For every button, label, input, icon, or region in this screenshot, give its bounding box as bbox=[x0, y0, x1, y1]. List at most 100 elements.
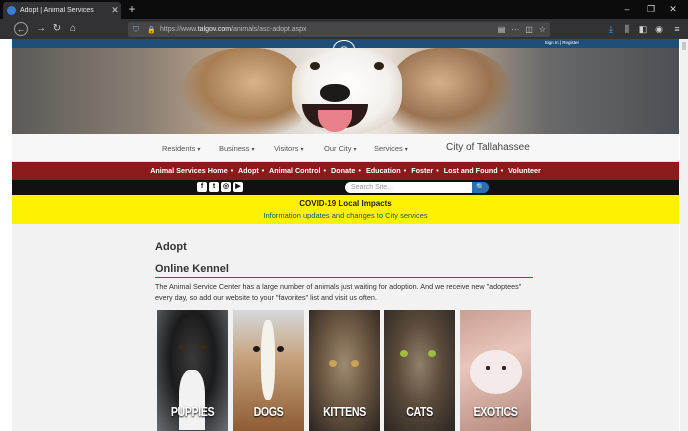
extension-icon[interactable]: ◉ bbox=[652, 22, 666, 36]
back-button[interactable]: ← bbox=[14, 22, 28, 36]
page-actions-icon[interactable]: ··· bbox=[511, 25, 519, 34]
bookmark-star-icon[interactable]: ☆ bbox=[539, 25, 546, 34]
hero-fur-right bbox=[392, 48, 512, 134]
adopt-card-puppies[interactable]: PUPPIES bbox=[157, 310, 228, 431]
nav-education[interactable]: Education bbox=[366, 166, 401, 175]
browser-tab[interactable]: Adopt | Animal Services ✕ bbox=[3, 2, 121, 19]
nav-animal-services-home[interactable]: Animal Services Home bbox=[150, 166, 228, 175]
signin-link[interactable]: Sign In | Register bbox=[545, 40, 579, 45]
card-label-cats: CATS bbox=[406, 404, 433, 419]
rat-eye-right bbox=[502, 366, 506, 370]
chevron-down-icon: ▾ bbox=[251, 147, 255, 153]
menu-business[interactable]: Business ▾ bbox=[219, 144, 254, 153]
adopt-card-kittens[interactable]: KITTENS bbox=[309, 310, 380, 431]
menu-hamburger-icon[interactable]: ≡ bbox=[670, 22, 684, 36]
covid-info-link[interactable]: Information updates and changes to City … bbox=[12, 211, 679, 220]
chevron-down-icon: ▾ bbox=[197, 147, 201, 153]
main-menu-bar: Residents ▾ Business ▾ Visitors ▾ Our City ▾… bbox=[12, 134, 679, 162]
site-search-input[interactable]: Search Site... bbox=[345, 182, 472, 193]
menu-residents-label: Residents bbox=[162, 144, 196, 153]
page-scrollbar[interactable] bbox=[680, 39, 688, 431]
menu-services[interactable]: Services ▾ bbox=[374, 144, 408, 153]
nav-separator: • bbox=[323, 166, 327, 175]
twitter-icon[interactable]: t bbox=[209, 182, 219, 192]
page-title: Adopt bbox=[155, 241, 187, 253]
reload-icon: ↻ bbox=[52, 23, 62, 34]
dog-eye-left bbox=[253, 346, 260, 352]
card-label-puppies: PUPPIES bbox=[170, 404, 215, 419]
scrollbar-thumb[interactable] bbox=[682, 42, 686, 50]
nav-lost-and-found[interactable]: Lost and Found bbox=[444, 166, 498, 175]
social-search-bar: f t ◎ ▶ Search Site... 🔍 bbox=[12, 180, 679, 195]
nav-separator: • bbox=[403, 166, 407, 175]
puppy-eye-right bbox=[199, 344, 206, 350]
adopt-card-exotics[interactable]: EXOTICS bbox=[460, 310, 531, 431]
menu-services-label: Services bbox=[374, 144, 403, 153]
section-title: Online Kennel bbox=[155, 263, 229, 275]
tracking-shield-icon[interactable]: ⛉ bbox=[133, 25, 142, 34]
city-title[interactable]: City of Tallahassee bbox=[446, 142, 530, 153]
intro-text: The Animal Service Center has a large nu… bbox=[155, 282, 522, 302]
dog-blaze bbox=[261, 320, 275, 400]
minimize-window-button[interactable]: – bbox=[618, 2, 636, 17]
covid-banner: COVID-19 Local Impacts Information updat… bbox=[12, 195, 679, 224]
menu-visitors-label: Visitors bbox=[274, 144, 299, 153]
adopt-card-dogs[interactable]: DOGS bbox=[233, 310, 304, 431]
restore-window-button[interactable]: ❐ bbox=[642, 2, 660, 17]
nav-separator: • bbox=[436, 166, 439, 175]
reload-button[interactable]: ↻ bbox=[50, 22, 64, 36]
menu-visitors[interactable]: Visitors ▾ bbox=[274, 144, 303, 153]
site-favicon-icon bbox=[7, 6, 16, 15]
close-tab-icon[interactable]: ✕ bbox=[109, 5, 121, 16]
new-tab-button[interactable]: + bbox=[125, 2, 139, 17]
url-text[interactable]: https://www.talgov.com/animals/asc-adopt… bbox=[160, 26, 307, 33]
nav-adopt[interactable]: Adopt bbox=[238, 166, 259, 175]
section-divider bbox=[155, 277, 533, 278]
puppy-eye-left bbox=[179, 344, 186, 350]
url-path: /animals/asc-adopt.aspx bbox=[231, 26, 307, 33]
youtube-icon[interactable]: ▶ bbox=[233, 182, 243, 192]
menu-business-label: Business bbox=[219, 144, 250, 153]
sidebar-icon[interactable]: ◧ bbox=[636, 22, 650, 36]
nav-foster[interactable]: Foster bbox=[411, 166, 433, 175]
lock-icon[interactable]: 🔒 bbox=[147, 26, 156, 34]
rat-body bbox=[470, 350, 522, 394]
home-button[interactable]: ⌂ bbox=[66, 22, 80, 36]
library-icon[interactable]: ⫼ bbox=[620, 22, 634, 36]
browser-tab-bar: Adopt | Animal Services ✕ + – ❐ ✕ bbox=[0, 0, 688, 19]
nav-volunteer[interactable]: Volunteer bbox=[508, 166, 541, 175]
nav-separator: • bbox=[500, 166, 504, 175]
forward-button[interactable]: → bbox=[34, 22, 48, 36]
url-host: talgov.com bbox=[197, 26, 232, 33]
address-bar[interactable]: ⛉ 🔒 https://www.talgov.com/animals/asc-a… bbox=[128, 22, 550, 37]
adopt-card-cats[interactable]: CATS bbox=[384, 310, 455, 431]
tab-title: Adopt | Animal Services bbox=[20, 7, 94, 14]
pocket-icon[interactable]: ◫ bbox=[525, 25, 533, 34]
dog-eye-right bbox=[277, 346, 284, 352]
nav-donate[interactable]: Donate bbox=[331, 166, 355, 175]
menu-our-city-label: Our City bbox=[324, 144, 352, 153]
download-icon[interactable]: ⤓ bbox=[604, 22, 618, 36]
animal-services-nav: Animal Services Home • Adopt • Animal Cont… bbox=[12, 162, 679, 180]
cat-eye-left bbox=[400, 350, 408, 357]
puppy-chest bbox=[179, 370, 205, 430]
nav-separator: • bbox=[230, 166, 234, 175]
arrow-right-icon: → bbox=[36, 23, 46, 34]
hero-dog-nose bbox=[320, 84, 350, 102]
kitten-eye-right bbox=[351, 360, 359, 367]
instagram-icon[interactable]: ◎ bbox=[221, 182, 231, 192]
menu-residents[interactable]: Residents ▾ bbox=[162, 144, 200, 153]
search-button[interactable]: 🔍 bbox=[472, 182, 489, 193]
cat-eye-right bbox=[428, 350, 436, 357]
reader-view-icon[interactable]: ▤ bbox=[498, 25, 506, 34]
card-label-exotics: EXOTICS bbox=[473, 404, 518, 419]
home-icon: ⌂ bbox=[69, 23, 77, 34]
nav-animal-control[interactable]: Animal Control bbox=[269, 166, 321, 175]
chevron-down-icon: ▾ bbox=[404, 147, 408, 153]
facebook-icon[interactable]: f bbox=[197, 182, 207, 192]
close-window-button[interactable]: ✕ bbox=[664, 2, 682, 17]
kitten-eye-left bbox=[329, 360, 337, 367]
menu-our-city[interactable]: Our City ▾ bbox=[324, 144, 357, 153]
card-label-dogs: DOGS bbox=[253, 404, 284, 419]
covid-title[interactable]: COVID-19 Local Impacts bbox=[12, 199, 679, 208]
